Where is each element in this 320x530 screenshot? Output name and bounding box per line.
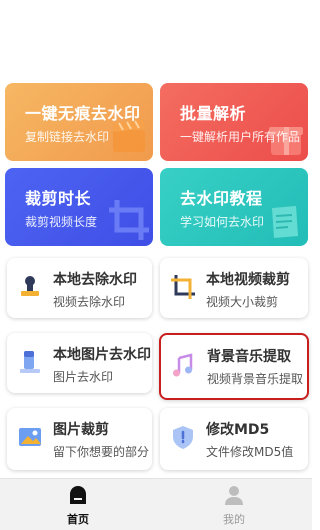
card-title: 裁剪时长: [25, 189, 92, 208]
local-image-watermark-card[interactable]: 本地图片去水印 图片去水印: [7, 333, 152, 393]
card-subtitle: 一键解析用户所有作品: [180, 130, 301, 144]
user-icon: [225, 486, 243, 505]
bg-music-card[interactable]: 背景音乐提取 视频背景音乐提取: [159, 333, 309, 400]
md5-card[interactable]: 修改MD5 文件修改MD5值: [160, 408, 308, 470]
watermark-remove-card[interactable]: 一键无痕去水印 复制链接去水印: [5, 83, 153, 161]
crop-icon: [109, 200, 149, 240]
crop-icon: [171, 275, 195, 299]
local-video-crop-card[interactable]: 本地视频裁剪 视频大小裁剪: [160, 258, 308, 318]
card-title: 修改MD5: [206, 422, 270, 438]
eraser-icon: [20, 351, 40, 373]
card-subtitle: 裁剪视频长度: [25, 215, 98, 229]
shield-icon: [173, 426, 193, 449]
card-title: 一键无痕去水印: [25, 104, 141, 123]
batch-parse-card[interactable]: 批量解析 一键解析用户所有作品: [160, 83, 308, 161]
card-title: 本地图片去水印: [53, 347, 151, 363]
card-subtitle: 留下你想要的部分: [53, 445, 150, 459]
local-watermark-card[interactable]: 本地去除水印 视频去除水印: [7, 258, 152, 318]
card-subtitle: 视频背景音乐提取: [207, 372, 304, 386]
tab-mine[interactable]: 我的: [156, 479, 312, 530]
card-title: 批量解析: [180, 104, 247, 123]
tab-label: 首页: [67, 513, 89, 526]
music-note-icon: [173, 353, 193, 377]
tab-home[interactable]: 首页: [0, 479, 156, 530]
tutorial-card[interactable]: 去水印教程 学习如何去水印: [160, 168, 308, 246]
tab-label: 我的: [223, 513, 245, 526]
card-title: 图片裁剪: [53, 422, 109, 438]
card-title: 背景音乐提取: [207, 349, 291, 365]
home-icon: [70, 486, 86, 504]
card-subtitle: 图片去水印: [53, 370, 114, 384]
stamp-icon: [21, 276, 39, 296]
image-crop-card[interactable]: 图片裁剪 留下你想要的部分: [7, 408, 152, 470]
card-title: 本地去除水印: [53, 272, 137, 288]
card-subtitle: 视频大小裁剪: [206, 295, 279, 309]
card-subtitle: 复制链接去水印: [25, 130, 110, 144]
card-subtitle: 学习如何去水印: [180, 215, 265, 229]
image-icon: [19, 428, 41, 446]
card-subtitle: 视频去除水印: [53, 295, 126, 309]
book-icon: [272, 206, 298, 238]
card-title: 去水印教程: [180, 189, 263, 208]
card-title: 本地视频裁剪: [206, 272, 290, 288]
card-subtitle: 文件修改MD5值: [206, 445, 294, 459]
trim-duration-card[interactable]: 裁剪时长 裁剪视频长度: [5, 168, 153, 246]
bottom-tab-bar: 首页 我的: [0, 478, 312, 530]
